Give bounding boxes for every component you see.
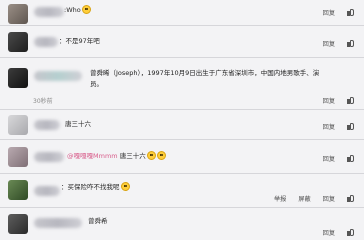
like-icon[interactable] xyxy=(347,97,354,104)
reply-button[interactable]: 回复 xyxy=(323,156,335,163)
mention-link[interactable]: @嘎嘎嘎Mmmm xyxy=(67,152,118,160)
avatar[interactable] xyxy=(8,68,28,88)
username-blurred[interactable] xyxy=(34,218,82,228)
comment-text: @嘎嘎嘎Mmmm 唐三十六 xyxy=(67,150,166,162)
reply-button[interactable]: 回复 xyxy=(323,230,335,237)
comment-row: 曾舜希 回复 xyxy=(0,208,364,240)
avatar[interactable] xyxy=(8,32,28,52)
comment-row: 曾舜晞（Joseph），1997年10月9日出生于广东省深圳市，中国内地男歌手、… xyxy=(0,58,364,110)
avatar[interactable] xyxy=(8,180,28,200)
avatar[interactable] xyxy=(8,4,28,24)
comment-actions: 回复 xyxy=(313,96,354,105)
reply-button[interactable]: 回复 xyxy=(323,98,335,105)
face-emoji-icon xyxy=(81,5,91,14)
comment-text-content: :Who xyxy=(64,6,81,14)
comment-text-content: 唐三十六 xyxy=(119,152,146,160)
comment-actions: 回复 xyxy=(313,122,354,131)
comment-actions: 回复 xyxy=(313,39,354,48)
comment-text: :Who xyxy=(64,4,91,16)
face-emoji-icon xyxy=(146,151,156,160)
comment-feed: :Who 回复 ：不是97年吧 回复 曾舜晞（Joseph），1997年10月9… xyxy=(0,0,364,240)
username-blurred[interactable] xyxy=(34,7,64,17)
face-emoji-icon xyxy=(156,151,166,160)
comment-actions: 回复 xyxy=(313,228,354,237)
comment-row: ：买保险咋不找我呢 举报 屏蔽 回复 xyxy=(0,174,364,208)
username-blurred[interactable] xyxy=(34,120,60,130)
like-icon[interactable] xyxy=(347,123,354,130)
avatar[interactable] xyxy=(8,147,28,167)
report-button[interactable]: 举报 xyxy=(274,196,286,203)
reply-button[interactable]: 回复 xyxy=(323,41,335,48)
comment-row: ：不是97年吧 回复 xyxy=(0,26,364,58)
like-icon[interactable] xyxy=(347,9,354,16)
like-icon[interactable] xyxy=(347,155,354,162)
username-blurred[interactable] xyxy=(34,71,82,81)
block-button[interactable]: 屏蔽 xyxy=(298,196,310,203)
avatar[interactable] xyxy=(8,214,28,234)
comment-timestamp: 30秒前 xyxy=(33,98,53,105)
username-blurred[interactable] xyxy=(34,152,64,162)
reply-button[interactable]: 回复 xyxy=(323,196,335,203)
comment-actions: 回复 xyxy=(313,8,354,17)
comment-text: ：买保险咋不找我呢 xyxy=(61,181,130,193)
face-emoji-icon xyxy=(120,182,130,191)
comment-text: 唐三十六 xyxy=(65,120,91,128)
username-blurred[interactable] xyxy=(34,37,58,47)
comment-actions: 回复 xyxy=(313,154,354,163)
username-blurred[interactable] xyxy=(34,186,60,196)
comment-text-content: ：买保险咋不找我呢 xyxy=(61,183,120,191)
comment-actions: 举报 屏蔽 回复 xyxy=(264,194,354,203)
like-icon[interactable] xyxy=(347,195,354,202)
comment-row: :Who 回复 xyxy=(0,0,364,26)
comment-text: 曾舜希 xyxy=(88,217,108,225)
comment-text: ：不是97年吧 xyxy=(59,37,100,45)
like-icon[interactable] xyxy=(347,229,354,236)
like-icon[interactable] xyxy=(347,40,354,47)
reply-button[interactable]: 回复 xyxy=(323,10,335,17)
comment-row: 唐三十六 回复 xyxy=(0,110,364,140)
avatar[interactable] xyxy=(8,115,28,135)
reply-button[interactable]: 回复 xyxy=(323,124,335,131)
comment-row: @嘎嘎嘎Mmmm 唐三十六 回复 xyxy=(0,140,364,174)
comment-text: 曾舜晞（Joseph），1997年10月9日出生于广东省深圳市，中国内地男歌手、… xyxy=(90,69,320,88)
